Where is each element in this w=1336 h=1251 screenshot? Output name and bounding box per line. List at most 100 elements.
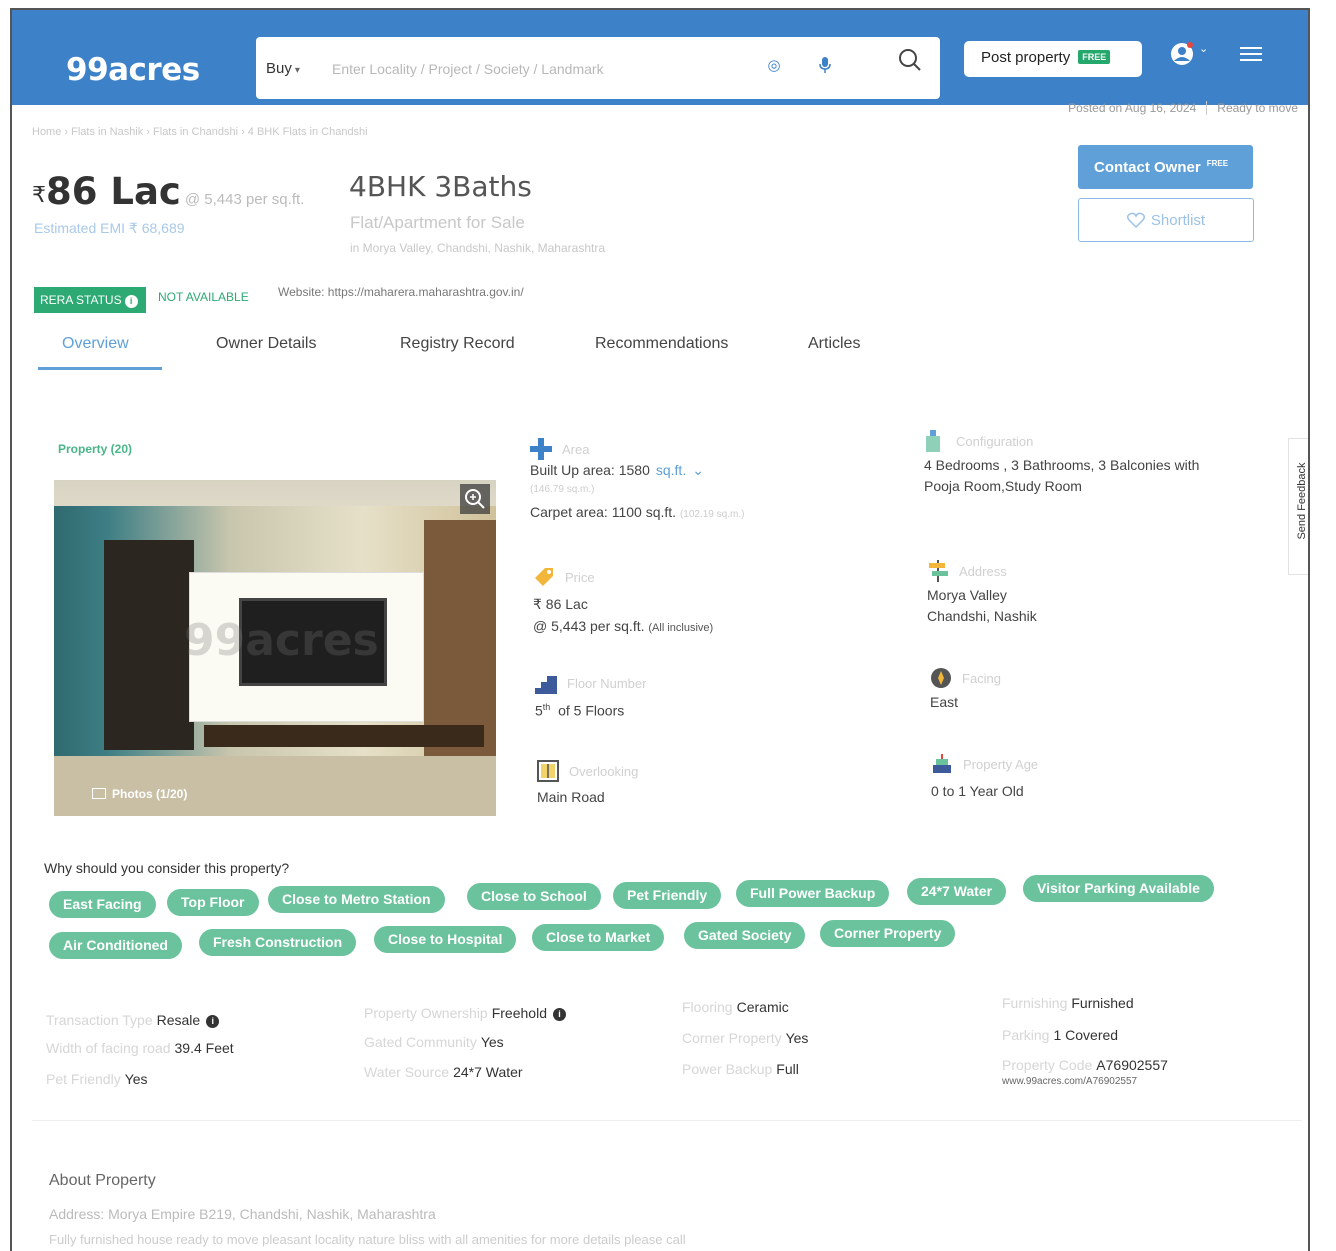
tab-recommendations[interactable]: Recommendations — [595, 335, 728, 353]
image-icon — [92, 788, 106, 799]
rera-status-value: NOT AVAILABLE — [158, 290, 249, 304]
highlight-chip: 24*7 Water — [907, 878, 1007, 905]
highlight-chip: Close to Metro Station — [268, 886, 445, 913]
compass-icon — [930, 667, 952, 689]
property-url[interactable]: www.99acres.com/A76902557 — [1002, 1076, 1137, 1087]
top-navigation-bar: 99acres Buy ▾ Enter Locality / Project / … — [12, 10, 1308, 105]
overlooking-label: Overlooking — [569, 764, 639, 779]
microphone-icon[interactable] — [815, 56, 835, 76]
property-age-value: 0 to 1 Year Old — [931, 783, 1024, 799]
highlight-chip: Close to Hospital — [374, 926, 517, 953]
highlight-chip: Close to Market — [532, 924, 665, 951]
search-icon[interactable] — [897, 47, 923, 73]
why-consider-heading: Why should you consider this property? — [44, 860, 290, 876]
price-spec: Price ₹ 86 Lac @ 5,443 per sq.ft. (All i… — [533, 566, 873, 646]
photos-counter[interactable]: Photos (1/20) — [92, 787, 187, 801]
chevron-down-icon[interactable]: ⌄ — [1199, 42, 1208, 55]
overlooking-spec: Overlooking Main Road — [537, 760, 877, 820]
carpet-area: Carpet area: 1100 sq.ft. (102.19 sq.m.) — [530, 504, 744, 520]
area-label: Area — [562, 442, 590, 457]
overlooking-value: Main Road — [537, 789, 605, 805]
configuration-label: Configuration — [956, 434, 1034, 449]
configuration-spec: Configuration 4 Bedrooms , 3 Bathrooms, … — [924, 430, 1264, 510]
highlight-chip: Full Power Backup — [736, 880, 890, 907]
address-line-2: Chandshi, Nashik — [927, 608, 1037, 624]
rera-label: RERA STATUS — [40, 293, 122, 307]
chevron-down-icon[interactable]: ⌄ — [692, 462, 704, 478]
tab-registry-record[interactable]: Registry Record — [400, 335, 515, 353]
corner-property: Corner Property Yes — [682, 1030, 809, 1046]
carpet-sqm: (102.19 sq.m.) — [679, 509, 745, 520]
listing-subtitle: Flat/Apartment for Sale — [350, 213, 525, 232]
shortlist-button[interactable]: Shortlist — [1078, 198, 1254, 242]
configuration-line-1: 4 Bedrooms , 3 Bathrooms, 3 Balconies wi… — [924, 457, 1200, 473]
property-photo[interactable]: 99acres Photos (1/20) — [54, 480, 496, 816]
tab-owner-details[interactable]: Owner Details — [216, 335, 316, 353]
posted-date: Posted on Aug 16, 2024 — [1068, 101, 1197, 115]
property-code: Property Code A76902557 — [1002, 1057, 1168, 1073]
transaction-type: Transaction Type Resale i — [46, 1012, 220, 1028]
all-inclusive-note: (All inclusive) — [648, 622, 714, 634]
heart-icon — [1126, 212, 1151, 229]
free-badge: FREE — [1206, 159, 1229, 168]
floor-suffix: th — [542, 702, 551, 712]
highlight-chip: Pet Friendly — [613, 882, 722, 909]
highlight-chip: Top Floor — [167, 889, 259, 916]
floor-spec: Floor Number 5th of 5 Floors — [535, 672, 875, 732]
buy-dropdown[interactable]: Buy ▾ — [266, 60, 300, 77]
send-feedback-button[interactable]: Send Feedback — [1288, 438, 1308, 575]
tab-overview[interactable]: Overview — [62, 335, 129, 353]
possession-status: Ready to move — [1217, 101, 1298, 115]
address-spec: Address Morya Valley Chandshi, Nashik — [927, 560, 1267, 640]
locate-me-icon[interactable]: ◎ — [764, 56, 784, 76]
property-photo-count[interactable]: Property (20) — [58, 442, 132, 456]
zoom-in-icon[interactable] — [460, 484, 490, 514]
price-per-sqft-detail: @ 5,443 per sq.ft. (All inclusive) — [533, 618, 713, 634]
water-source: Water Source 24*7 Water — [364, 1064, 523, 1080]
rera-website[interactable]: Website: https://maharera.maharashtra.go… — [278, 285, 524, 299]
floor-number: 5 — [535, 702, 543, 719]
info-icon[interactable]: i — [552, 1008, 566, 1021]
parking: Parking 1 Covered — [1002, 1027, 1119, 1043]
about-description: Fully furnished house ready to move plea… — [49, 1232, 686, 1247]
highlight-chip: Corner Property — [820, 920, 956, 947]
total-floors: of 5 Floors — [558, 702, 625, 719]
estimated-emi-link[interactable]: Estimated EMI ₹ 68,689 — [34, 220, 185, 237]
signpost-icon — [927, 560, 949, 582]
watermark: 99acres — [184, 615, 379, 666]
post-property-button[interactable]: Post property FREE — [964, 41, 1142, 77]
facing-label: Facing — [962, 671, 1002, 686]
site-logo[interactable]: 99acres — [66, 52, 200, 88]
search-input[interactable]: Enter Locality / Project / Society / Lan… — [332, 61, 604, 77]
area-spec: Area Built Up area: 1580 sq.ft. ⌄ (146.79 … — [530, 438, 870, 528]
section-divider — [32, 1120, 1302, 1121]
send-feedback-label: Send Feedback — [1296, 462, 1308, 540]
built-up-sqm: (146.79 sq.m.) — [530, 484, 595, 495]
facing-value: East — [930, 694, 959, 710]
built-up-value: Built Up area: 1580 — [530, 462, 650, 478]
about-property-heading: About Property — [49, 1172, 156, 1189]
unit-selector[interactable]: sq.ft. — [656, 462, 686, 478]
posted-info: Posted on Aug 16, 2024 Ready to move — [1068, 101, 1298, 115]
flooring: Flooring Ceramic — [682, 999, 789, 1015]
photos-label: Photos (1/20) — [112, 787, 188, 801]
property-age-spec: Property Age 0 to 1 Year Old — [931, 753, 1271, 813]
info-icon[interactable]: i — [124, 295, 138, 308]
hamburger-menu-icon[interactable] — [1240, 47, 1262, 63]
window-view-icon — [537, 760, 559, 782]
buy-label: Buy — [266, 60, 292, 77]
contact-owner-button[interactable]: Contact Owner FREE — [1078, 145, 1253, 189]
price-per-sqft: @ 5,443 per sq.ft. — [184, 191, 305, 208]
breadcrumb[interactable]: Home › Flats in Nashik › Flats in Chands… — [32, 126, 368, 138]
price-value: ₹ 86 Lac — [533, 596, 588, 612]
floor-stairs-icon — [535, 672, 557, 694]
user-account-icon[interactable] — [1169, 41, 1195, 67]
highlight-chip: Air Conditioned — [49, 932, 182, 959]
info-icon[interactable]: i — [206, 1015, 220, 1028]
power-backup: Power Backup Full — [682, 1061, 799, 1077]
address-label: Address — [959, 564, 1007, 579]
built-up-area: Built Up area: 1580 sq.ft. ⌄ — [530, 462, 704, 479]
free-badge: FREE — [1078, 50, 1111, 64]
configuration-icon — [924, 430, 946, 452]
tab-articles[interactable]: Articles — [808, 335, 860, 353]
